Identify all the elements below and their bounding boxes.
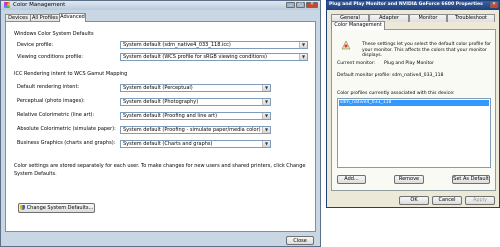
perceptual-value: System default (Photography) (123, 99, 199, 105)
set-as-default-button[interactable]: Set As Default (452, 175, 490, 184)
default-profile-label: Default monitor profile: (337, 73, 391, 78)
device-profile-label: Device profile: (17, 42, 54, 48)
window-title: Color Management (13, 2, 66, 8)
perceptual-select[interactable]: System default (Photography) ▼ (120, 98, 271, 106)
device-profile-value: System default (sdm_native4_033_118.icc) (123, 42, 231, 48)
color-management-icon (341, 40, 351, 50)
profiles-label: Color profiles currently associated with… (337, 91, 455, 96)
color-management-window: Color Management _ □ ✕ Devices All Profi… (0, 0, 321, 247)
current-monitor-value: Plug and Play Monitor (384, 61, 434, 66)
chevron-down-icon: ▼ (262, 113, 270, 119)
relative-colorimetric-label: Relative Colorimetric (line art): (17, 112, 95, 118)
business-graphics-select[interactable]: System default (Charts and graphs) ▼ (120, 140, 271, 148)
absolute-colorimetric-value: System default (Proofing - simulate pape… (123, 127, 261, 133)
list-item[interactable]: sdm_native4_033_118 (339, 100, 489, 106)
absolute-colorimetric-label: Absolute Colorimetric (simulate paper): (17, 126, 116, 132)
tab-color-management[interactable]: Color Management (331, 21, 385, 30)
default-profile-value: sdm_native4_033_118 (392, 73, 444, 78)
business-graphics-label: Business Graphics (charts and graphs): (17, 140, 116, 146)
default-intent-label: Default rendering intent: (17, 84, 80, 90)
change-system-defaults-button[interactable]: Change System Defaults... (18, 203, 95, 213)
device-profile-select[interactable]: System default (sdm_native4_033_118.icc)… (120, 41, 308, 49)
tab-monitor[interactable]: Monitor (409, 14, 447, 22)
profiles-list[interactable]: sdm_native4_033_118 (337, 98, 491, 168)
color-management-panel: These settings let you select the defaul… (331, 29, 496, 191)
chevron-down-icon: ▼ (299, 42, 307, 48)
minimize-button[interactable]: _ (286, 2, 295, 8)
chevron-down-icon: ▼ (262, 85, 270, 91)
close-button[interactable]: Close (286, 236, 314, 245)
monitor-properties-window: Plug and Play Monitor and NVIDIA GeForce… (326, 0, 500, 208)
app-icon (4, 2, 10, 8)
chevron-down-icon: ▼ (262, 99, 270, 105)
relative-colorimetric-value: System default (Proofing and line art) (123, 113, 218, 119)
viewing-conditions-select[interactable]: System default (WCS profile for sRGB vie… (120, 53, 308, 61)
viewing-conditions-label: Viewing conditions profile: (17, 54, 83, 60)
chevron-down-icon: ▼ (262, 141, 270, 147)
panel-description: These settings let you select the defaul… (362, 42, 492, 58)
default-intent-select[interactable]: System default (Perceptual) ▼ (120, 84, 271, 92)
icc-group-title: ICC Rendering intent to WCS Gamut Mappin… (14, 71, 128, 77)
perceptual-label: Perceptual (photo images): (17, 98, 85, 104)
title-bar[interactable]: Color Management _ □ ✕ (1, 1, 320, 10)
close-window-button[interactable]: ✕ (306, 2, 318, 8)
remove-profile-button[interactable]: Remove (394, 175, 424, 184)
default-intent-value: System default (Perceptual) (123, 85, 193, 91)
business-graphics-value: System default (Charts and graphs) (123, 141, 213, 147)
relative-colorimetric-select[interactable]: System default (Proofing and line art) ▼ (120, 112, 271, 120)
properties-title-bar[interactable]: Plug and Play Monitor and NVIDIA GeForce… (327, 1, 499, 10)
maximize-button[interactable]: □ (296, 2, 305, 8)
properties-window-title: Plug and Play Monitor and NVIDIA GeForce… (329, 2, 483, 7)
close-window-button[interactable]: ✕ (490, 2, 498, 8)
tab-advanced[interactable]: Advanced (59, 13, 86, 22)
tab-troubleshoot[interactable]: Troubleshoot (447, 14, 495, 22)
chevron-down-icon: ▼ (262, 127, 270, 133)
current-monitor-label: Current monitor: (337, 61, 376, 66)
chevron-down-icon: ▼ (299, 54, 307, 60)
cancel-button[interactable]: Cancel (432, 196, 462, 205)
shield-icon (19, 205, 25, 210)
add-profile-button[interactable]: Add... (337, 175, 366, 184)
defaults-group-title: Windows Color System Defaults (14, 31, 94, 37)
change-system-defaults-label: Change System Defaults... (26, 205, 94, 211)
ok-button[interactable]: OK (399, 196, 429, 205)
absolute-colorimetric-select[interactable]: System default (Proofing - simulate pape… (120, 126, 271, 134)
viewing-conditions-value: System default (WCS profile for sRGB vie… (123, 54, 267, 60)
advanced-panel: Windows Color System Defaults Device pro… (5, 21, 316, 232)
storage-note: Color settings are stored separately for… (14, 163, 306, 177)
apply-button[interactable]: Apply (465, 196, 495, 205)
